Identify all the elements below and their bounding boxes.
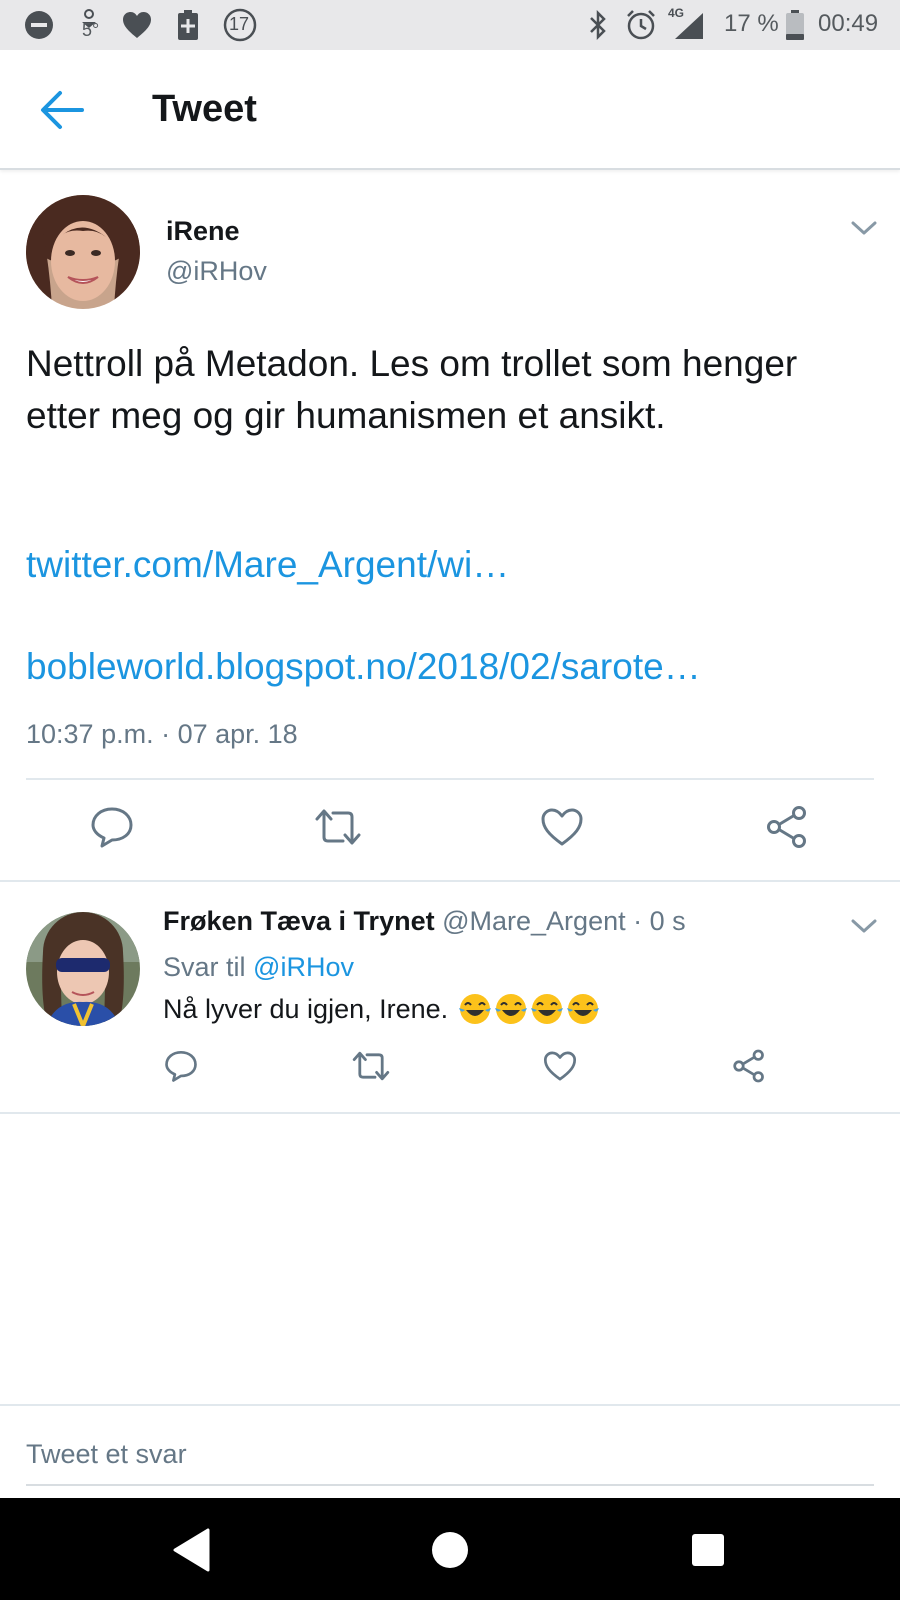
reply-display-name[interactable]: Frøken Tæva i Trynet <box>163 906 435 936</box>
network-type: 4G <box>668 6 685 20</box>
like-icon <box>541 808 583 846</box>
reply-icon <box>165 1050 197 1082</box>
like-icon <box>543 1051 577 1081</box>
chevron-down-icon <box>851 919 877 933</box>
reply-handle-time[interactable]: @Mare_Argent · 0 s <box>442 906 686 936</box>
battery-icon <box>784 8 806 42</box>
retweet-icon <box>352 1051 390 1081</box>
share-icon <box>733 1049 764 1083</box>
bluetooth-icon <box>584 8 612 42</box>
battery-plus-icon <box>176 8 200 42</box>
reply-tweet[interactable]: Frøken Tæva i Trynet @Mare_Argent · 0 s … <box>0 884 900 1112</box>
face-with-tears-of-joy-icon <box>459 994 492 1024</box>
reply-menu-button[interactable] <box>844 906 884 946</box>
heart-icon <box>120 8 154 42</box>
arrow-left-icon <box>41 91 84 129</box>
dnd-icon <box>22 8 56 42</box>
main-tweet: iRene @iRHov Nettroll på Metadon. Les om… <box>0 172 900 882</box>
chevron-down-icon <box>851 221 877 235</box>
avatar[interactable] <box>26 195 140 309</box>
app-header: Tweet <box>0 50 900 170</box>
nav-home-icon <box>432 1532 468 1568</box>
compose-underline <box>26 1484 874 1486</box>
status-bar: 5° 17 4G 17 % 00:49 <box>0 0 900 50</box>
reply-retweet-button[interactable] <box>341 1036 401 1096</box>
reply-header: Frøken Tæva i Trynet @Mare_Argent · 0 s <box>163 906 686 937</box>
reply-button[interactable] <box>77 792 147 862</box>
reply-to-handle-link[interactable]: @iRHov <box>253 952 354 982</box>
reply-reply-button[interactable] <box>151 1036 211 1096</box>
divider <box>0 880 900 882</box>
tweet-text: Nettroll på Metadon. Les om trollet som … <box>26 343 798 436</box>
retweet-icon <box>315 809 361 845</box>
back-button[interactable] <box>30 82 94 138</box>
clock: 00:49 <box>818 10 879 37</box>
page-title: Tweet <box>152 88 257 130</box>
nav-back-icon <box>173 1528 210 1572</box>
retweet-button[interactable] <box>303 792 373 862</box>
nav-recents-icon <box>692 1534 724 1566</box>
like-button[interactable] <box>527 792 597 862</box>
reply-share-button[interactable] <box>719 1036 779 1096</box>
nav-home-button[interactable] <box>418 1518 482 1582</box>
tweet-timestamp[interactable]: 10:37 p.m. · 07 apr. 18 <box>26 719 298 750</box>
tweet-menu-button[interactable] <box>844 208 884 248</box>
face-with-tears-of-joy-icon <box>531 994 564 1024</box>
reply-text: Nå lyver du igjen, Irene. <box>163 993 449 1024</box>
reply-to-line: Svar til @iRHov <box>163 952 354 983</box>
reply-icon <box>91 807 133 848</box>
compose-divider <box>0 1404 900 1406</box>
alarm-icon <box>624 8 658 42</box>
divider <box>26 778 874 780</box>
nav-recents-button[interactable] <box>676 1518 740 1582</box>
notification-count: 17 <box>229 14 250 34</box>
system-nav-bar <box>0 1498 900 1600</box>
reply-avatar[interactable] <box>26 912 140 1026</box>
reply-to-label: Svar til <box>163 952 246 982</box>
share-icon <box>767 806 806 848</box>
battery-percent: 17 % <box>724 10 779 37</box>
emoji-row <box>458 992 600 1026</box>
face-with-tears-of-joy-icon <box>567 994 600 1024</box>
user-handle[interactable]: @iRHov <box>166 256 267 287</box>
tweet-link-twitter[interactable]: twitter.com/Mare_Argent/wi… <box>26 544 509 586</box>
nav-back-button[interactable] <box>160 1518 224 1582</box>
reply-compose-input[interactable] <box>26 1432 874 1476</box>
display-name[interactable]: iRene <box>166 216 240 247</box>
face-with-tears-of-joy-icon <box>495 994 528 1024</box>
tweet-link-blog[interactable]: bobleworld.blogspot.no/2018/02/sarote… <box>26 646 701 688</box>
share-button[interactable] <box>752 792 822 862</box>
reply-text-line: Nå lyver du igjen, Irene. <box>163 992 600 1026</box>
divider <box>0 1112 900 1114</box>
reply-like-button[interactable] <box>530 1036 590 1096</box>
temperature-text: 5° <box>82 20 100 40</box>
